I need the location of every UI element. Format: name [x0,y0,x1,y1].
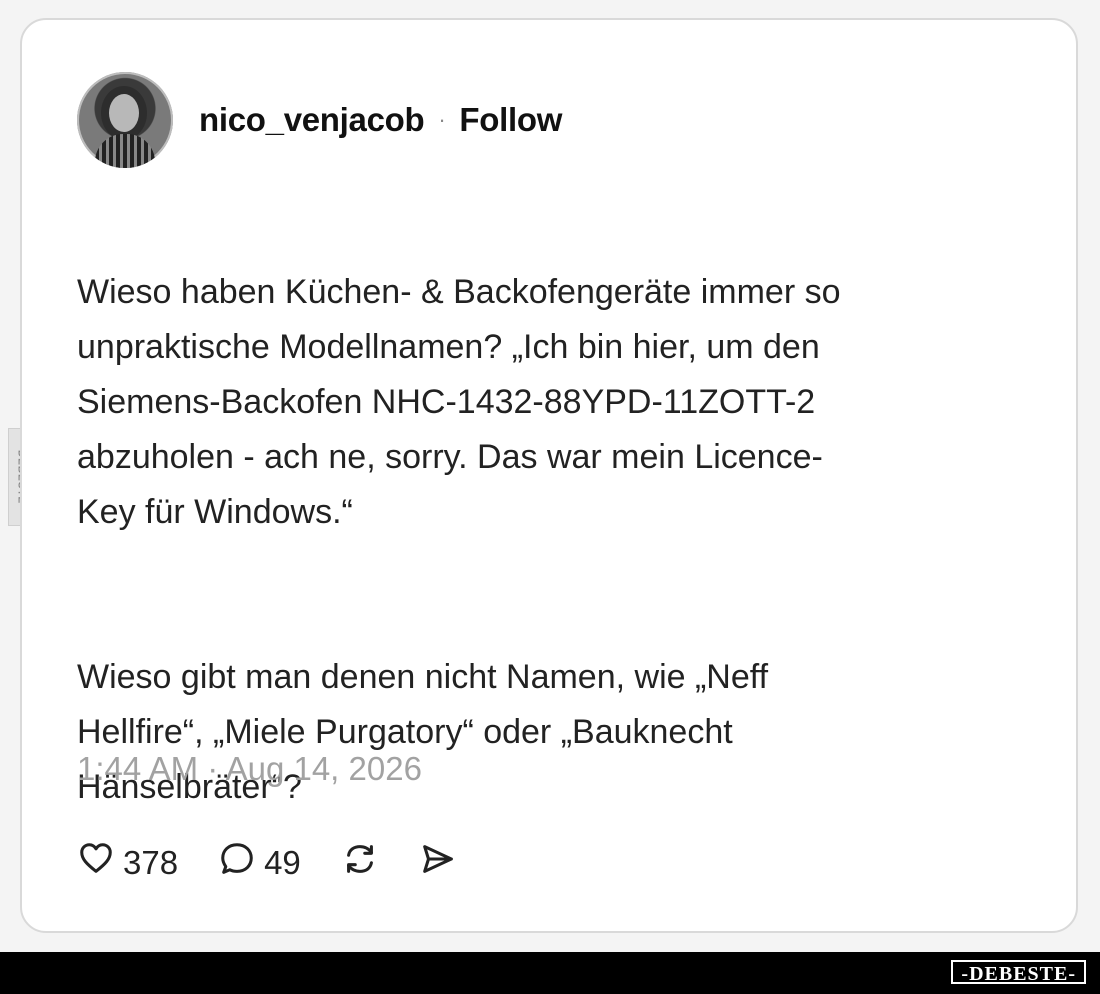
follow-button[interactable]: Follow [459,101,562,139]
avatar[interactable] [77,72,173,168]
heart-icon [77,840,115,886]
post-paragraph-2: Wieso gibt man denen nicht Namen, wie „N… [77,658,769,806]
repost-icon [341,840,379,886]
post-card: nico_venjacob · Follow Wieso haben Küche… [20,18,1078,933]
footer-watermark: -DEBESTE- [951,960,1086,985]
page-canvas: DEBESTE nico_venjacob · Follow Wieso hab… [0,0,1100,994]
separator: · [438,107,446,132]
post-timestamp: 1:44 AM · Aug 14, 2026 [77,750,422,787]
send-icon [419,840,457,886]
like-count: 378 [123,844,179,881]
comment-count: 49 [264,844,301,881]
action-bar: 378 49 [77,840,457,886]
username[interactable]: nico_venjacob [199,101,425,139]
repost-button[interactable] [341,840,379,886]
comment-button[interactable]: 49 [218,840,301,886]
like-button[interactable]: 378 [77,840,178,886]
comment-icon [218,840,256,886]
footer-bar: -DEBESTE- [0,952,1100,994]
post-header: nico_venjacob · Follow [77,72,562,168]
user-row: nico_venjacob · Follow [199,101,562,139]
share-button[interactable] [419,840,457,886]
post-paragraph-1: Wieso haben Küchen- & Backofengeräte imm… [77,273,841,531]
